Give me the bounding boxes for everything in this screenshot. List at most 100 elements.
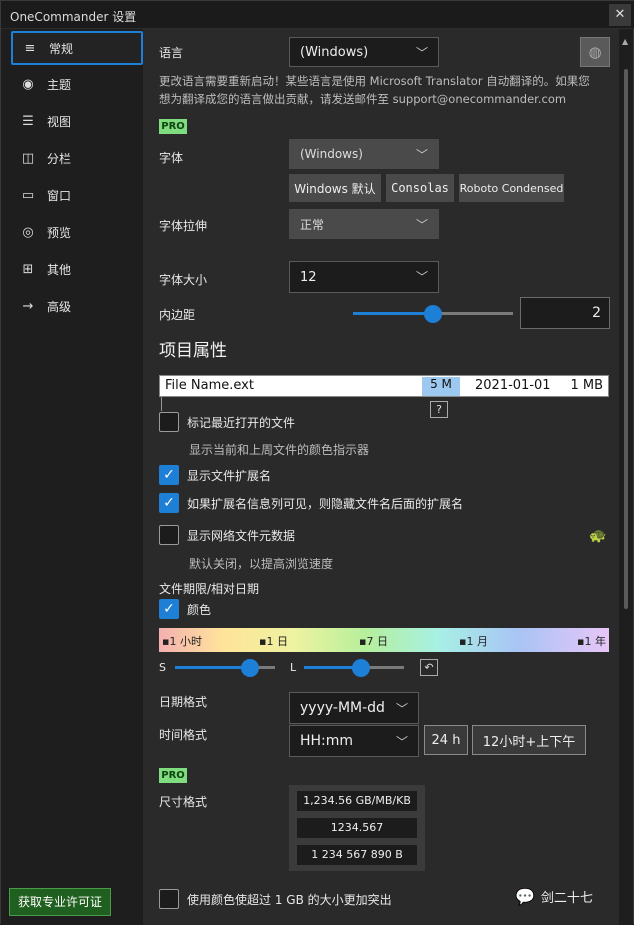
chevron-down-icon: ﹀ — [415, 270, 428, 284]
window-title: OneCommander 设置 — [10, 10, 137, 24]
font-value: (Windows) — [300, 147, 363, 161]
age-mark: ▪1 月 — [459, 635, 488, 648]
language-label: 语言 — [159, 46, 184, 60]
chat-icon: 💬 — [515, 887, 535, 906]
consolas-font-button[interactable]: Consolas — [386, 174, 454, 202]
get-license-button[interactable]: 获取专业许可证 — [9, 888, 111, 916]
network-metadata-checkbox[interactable] — [159, 525, 179, 545]
preview-tag: 5 M — [422, 377, 460, 396]
language-select[interactable]: (Windows) ﹀ — [289, 37, 439, 67]
chevron-down-icon: ﹀ — [395, 735, 408, 749]
time-format-label: 时间格式 — [159, 728, 208, 742]
font-size-select[interactable]: 12 ﹀ — [289, 261, 439, 293]
padding-input[interactable]: 2 — [520, 297, 610, 329]
roboto-font-button[interactable]: Roboto Condensed — [459, 174, 564, 202]
size-format-option[interactable]: 1234.567 — [297, 818, 417, 838]
size-format-label: 尺寸格式 — [159, 795, 208, 809]
sidebar-item-theme[interactable]: ◉ 主题 — [11, 67, 143, 101]
pro-badge: PRO — [159, 119, 187, 134]
font-select[interactable]: (Windows) ﹀ — [289, 139, 439, 169]
sidebar-item-other[interactable]: ⊞ 其他 — [11, 252, 143, 286]
watermark: 💬 剑二十七 — [515, 887, 593, 906]
hide-extension-checkbox[interactable]: ✓ — [159, 493, 179, 513]
help-button[interactable]: ? — [430, 401, 448, 418]
language-note: 更改语言需要重新启动！某些语言是使用 Microsoft Translator … — [159, 74, 590, 88]
saturation-label: S — [159, 661, 166, 674]
scroll-up-icon[interactable]: ▲ — [622, 37, 628, 46]
padding-slider-fill — [353, 312, 433, 315]
sidebar-item-columns[interactable]: ◫ 分栏 — [11, 141, 143, 175]
palette-icon: ◉ — [22, 76, 34, 92]
sidebar-item-label: 窗口 — [47, 188, 72, 203]
sidebar-item-view[interactable]: ☰ 视图 — [11, 104, 143, 138]
lightness-label: L — [290, 661, 297, 674]
font-size-label: 字体大小 — [159, 273, 208, 287]
date-format-label: 日期格式 — [159, 695, 208, 709]
chevron-down-icon: ﹀ — [395, 702, 408, 716]
sidebar-item-label: 分栏 — [47, 151, 72, 166]
age-color-gradient: ▪1 小时 ▪1 日 ▪7 日 ▪1 月 ▪1 年 — [159, 628, 609, 652]
title-bar: OneCommander 设置 ✕ — [1, 1, 634, 29]
age-mark: ▪7 日 — [359, 635, 388, 648]
show-extension-label: 显示文件扩展名 — [187, 469, 272, 483]
sidebar-item-label: 高级 — [47, 299, 72, 314]
size-format-option[interactable]: 1,234.56 GB/MB/KB — [297, 791, 417, 811]
scrollbar-thumb[interactable] — [624, 69, 628, 609]
12h-ampm-button[interactable]: 12小时+上下午 — [472, 725, 586, 755]
24h-button[interactable]: 24 h — [424, 725, 468, 755]
watermark-text: 剑二十七 — [540, 891, 593, 906]
sidebar-item-label: 视图 — [47, 114, 72, 129]
time-format-value: HH:mm — [300, 733, 354, 749]
pro-badge: PRO — [159, 768, 187, 783]
close-button[interactable]: ✕ — [609, 4, 631, 26]
sidebar: ≡ 常规 ◉ 主题 ☰ 视图 ◫ 分栏 ▭ 窗口 ◎ 预览 ⊞ 其他 → 高级 — [1, 29, 143, 925]
recent-files-sub: 显示当前和上周文件的颜色指示器 — [189, 443, 370, 457]
color-label: 颜色 — [187, 603, 212, 617]
padding-slider-thumb[interactable] — [424, 305, 442, 323]
size-format-option[interactable]: 1 234 567 890 B — [297, 845, 417, 865]
list-icon: ☰ — [22, 113, 34, 129]
reset-icon[interactable]: ↶ — [420, 659, 438, 676]
sidebar-item-label: 主题 — [47, 77, 72, 92]
age-mark: ▪1 日 — [259, 635, 288, 648]
sliders-icon: ≡ — [24, 40, 36, 56]
font-size-value: 12 — [300, 269, 317, 285]
large-size-checkbox[interactable] — [159, 889, 179, 909]
language-note: 想为翻译成您的语言做出贡献，请发送邮件至 support@onecommande… — [159, 92, 567, 106]
file-age-label: 文件期限/相对日期 — [159, 582, 260, 596]
color-checkbox[interactable]: ✓ — [159, 599, 179, 619]
date-format-select[interactable]: yyyy-MM-dd ﹀ — [289, 692, 419, 724]
chevron-down-icon: ﹀ — [415, 46, 428, 60]
font-stretch-value: 正常 — [300, 217, 325, 232]
preview-size: 1 MB — [570, 378, 603, 393]
large-size-label: 使用颜色使超过 1 GB 的大小更加突出 — [187, 893, 392, 907]
sidebar-item-advanced[interactable]: → 高级 — [11, 289, 143, 323]
sidebar-item-label: 其他 — [47, 262, 72, 277]
sidebar-item-label: 预览 — [47, 225, 72, 240]
saturation-slider-thumb[interactable] — [241, 659, 259, 677]
sidebar-item-general[interactable]: ≡ 常规 — [11, 31, 143, 65]
time-format-select[interactable]: HH:mm ﹀ — [289, 725, 419, 757]
file-preview: File Name.ext 5 M 2021-01-01 1 MB — [159, 375, 609, 397]
network-metadata-sub: 默认关闭，以提高浏览速度 — [189, 557, 334, 571]
age-mark: ▪1 年 — [577, 635, 606, 648]
date-format-value: yyyy-MM-dd — [300, 700, 385, 716]
hide-extension-label: 如果扩展名信息列可见，则隐藏文件名后面的扩展名 — [187, 497, 464, 511]
chevron-down-icon: ﹀ — [415, 218, 428, 232]
sidebar-item-window[interactable]: ▭ 窗口 — [11, 178, 143, 212]
preview-filename: File Name.ext — [165, 378, 254, 393]
age-mark: ▪1 小时 — [162, 635, 202, 648]
padding-label: 内边距 — [159, 308, 196, 322]
recent-files-checkbox[interactable] — [159, 412, 179, 432]
sidebar-item-preview[interactable]: ◎ 预览 — [11, 215, 143, 249]
show-extension-checkbox[interactable]: ✓ — [159, 465, 179, 485]
globe-icon[interactable]: ◍ — [580, 37, 610, 67]
lightness-slider-thumb[interactable] — [352, 659, 370, 677]
font-stretch-select[interactable]: 正常 ﹀ — [289, 209, 439, 239]
scrollbar[interactable]: ▲ — [619, 29, 633, 925]
size-format-options: 1,234.56 GB/MB/KB 1234.567 1 234 567 890… — [289, 785, 425, 871]
font-label: 字体 — [159, 151, 184, 165]
windows-default-font-button[interactable]: Windows 默认 — [289, 174, 381, 202]
font-stretch-label: 字体拉伸 — [159, 219, 208, 233]
turtle-icon: 🐢 — [589, 528, 607, 544]
